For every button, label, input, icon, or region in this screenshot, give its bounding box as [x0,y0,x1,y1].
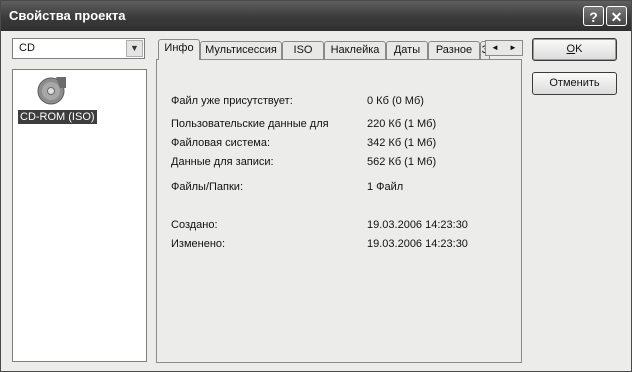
close-button[interactable]: ✕ [606,6,627,26]
scroll-left-icon[interactable]: ◄ [486,41,504,55]
cd-disc-icon [37,77,66,105]
data-to-write-value: 562 Кб (1 Мб) [367,156,437,168]
user-data-label: Пользовательские данные для [171,118,329,130]
created-value: 19.03.2006 14:23:30 [367,219,468,231]
scroll-right-icon[interactable]: ► [504,41,522,55]
files-folders-value: 1 Файл [367,181,404,193]
tab-iso[interactable]: ISO [282,41,324,59]
tab-label[interactable]: Наклейка [324,41,386,59]
chevron-down-icon[interactable]: ▼ [126,40,143,57]
file-system-value: 342 Кб (1 Мб) [367,137,437,149]
created-label: Создано: [171,219,218,231]
tab-multisession[interactable]: Мультисессия [200,41,282,59]
disc-type-select[interactable]: CD ▼ [12,38,145,59]
tab-scroll-buttons: ◄ ► [485,40,523,56]
tab-dates[interactable]: Даты [386,41,428,59]
window-title: Свойства проекта [9,8,126,23]
info-panel: Файл уже присутствует: 0 Кб (0 Мб) Польз… [156,59,522,363]
ok-button[interactable]: OK [532,38,617,61]
modified-value: 19.03.2006 14:23:30 [367,238,468,250]
ok-label-rest: K [575,43,583,55]
list-item-label: CD-ROM (ISO) [18,110,97,124]
already-present-label: Файл уже присутствует: [171,95,293,107]
tab-strip: Инфо Мультисессия ISO Наклейка Даты Разн… [156,39,526,60]
modified-label: Изменено: [171,238,226,250]
tab-info[interactable]: Инфо [158,39,200,60]
ok-mnemonic: O [566,43,576,55]
tab-misc[interactable]: Разное [428,41,480,59]
disc-type-value: CD [19,42,35,54]
already-present-value: 0 Кб (0 Мб) [367,95,424,107]
data-to-write-label: Данные для записи: [171,156,274,168]
title-bar[interactable]: Свойства проекта ? ✕ [1,1,631,31]
project-properties-dialog: Свойства проекта ? ✕ CD ▼ CD-ROM (ISO) И… [0,0,632,372]
files-folders-label: Файлы/Папки: [171,181,243,193]
project-tree[interactable]: CD-ROM (ISO) [12,69,147,362]
file-system-label: Файловая система: [171,137,271,149]
cancel-button[interactable]: Отменить [532,72,617,95]
user-data-value: 220 Кб (1 Мб) [367,118,437,130]
help-button[interactable]: ? [583,6,604,26]
